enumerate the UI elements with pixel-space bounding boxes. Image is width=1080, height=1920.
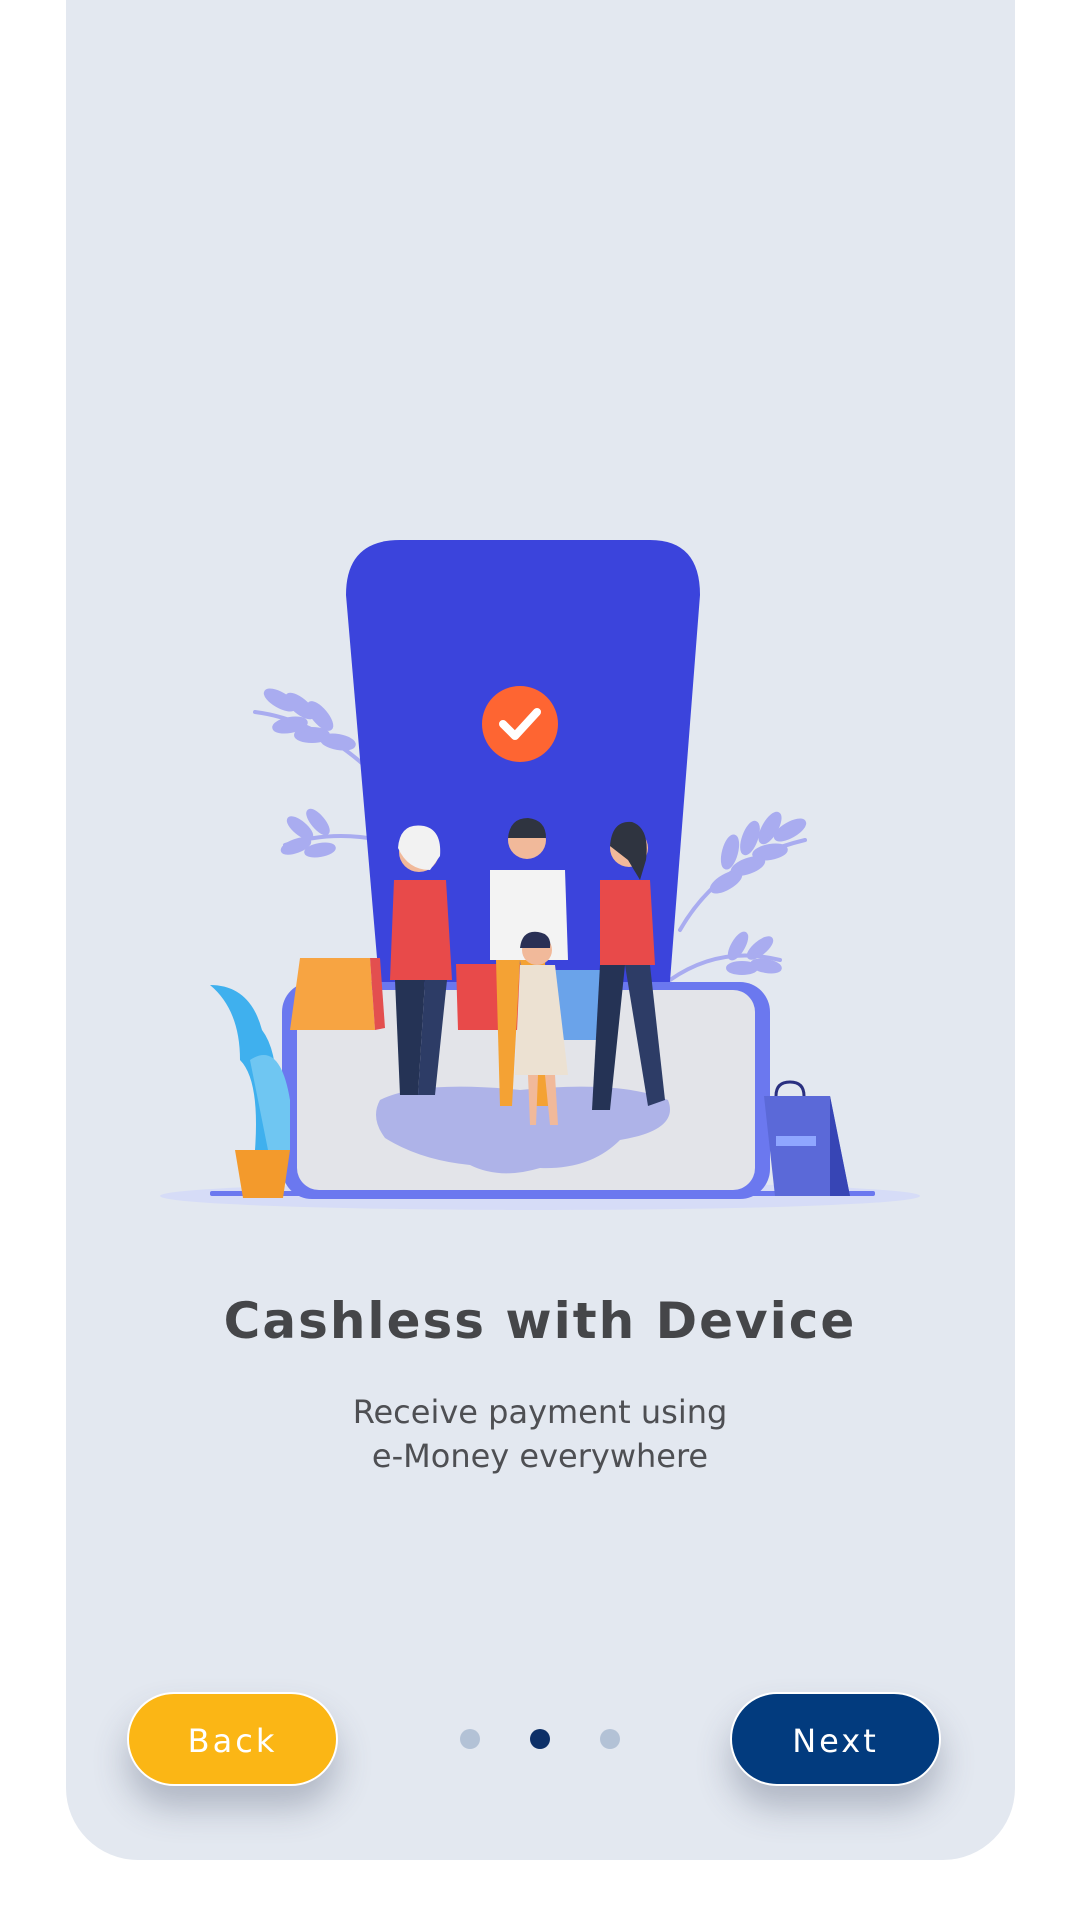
plant [210,985,290,1198]
back-button[interactable]: Back [127,1692,338,1786]
check-badge [482,686,558,762]
page-dot[interactable] [600,1729,620,1749]
subtitle-line-1: Receive payment using [352,1393,728,1431]
page-subtitle: Receive payment using e-Money everywhere [0,1390,1080,1478]
page-indicator [460,1729,620,1749]
page-dot-active[interactable] [530,1729,550,1749]
subtitle-line-2: e-Money everywhere [371,1437,709,1475]
page-title: Cashless with Device [223,1292,857,1350]
onboarding-illustration [160,540,920,1210]
shopping-bag-right [764,1080,850,1196]
right-branches [668,811,807,982]
next-button[interactable]: Next [730,1692,941,1786]
page-dot[interactable] [460,1729,480,1749]
